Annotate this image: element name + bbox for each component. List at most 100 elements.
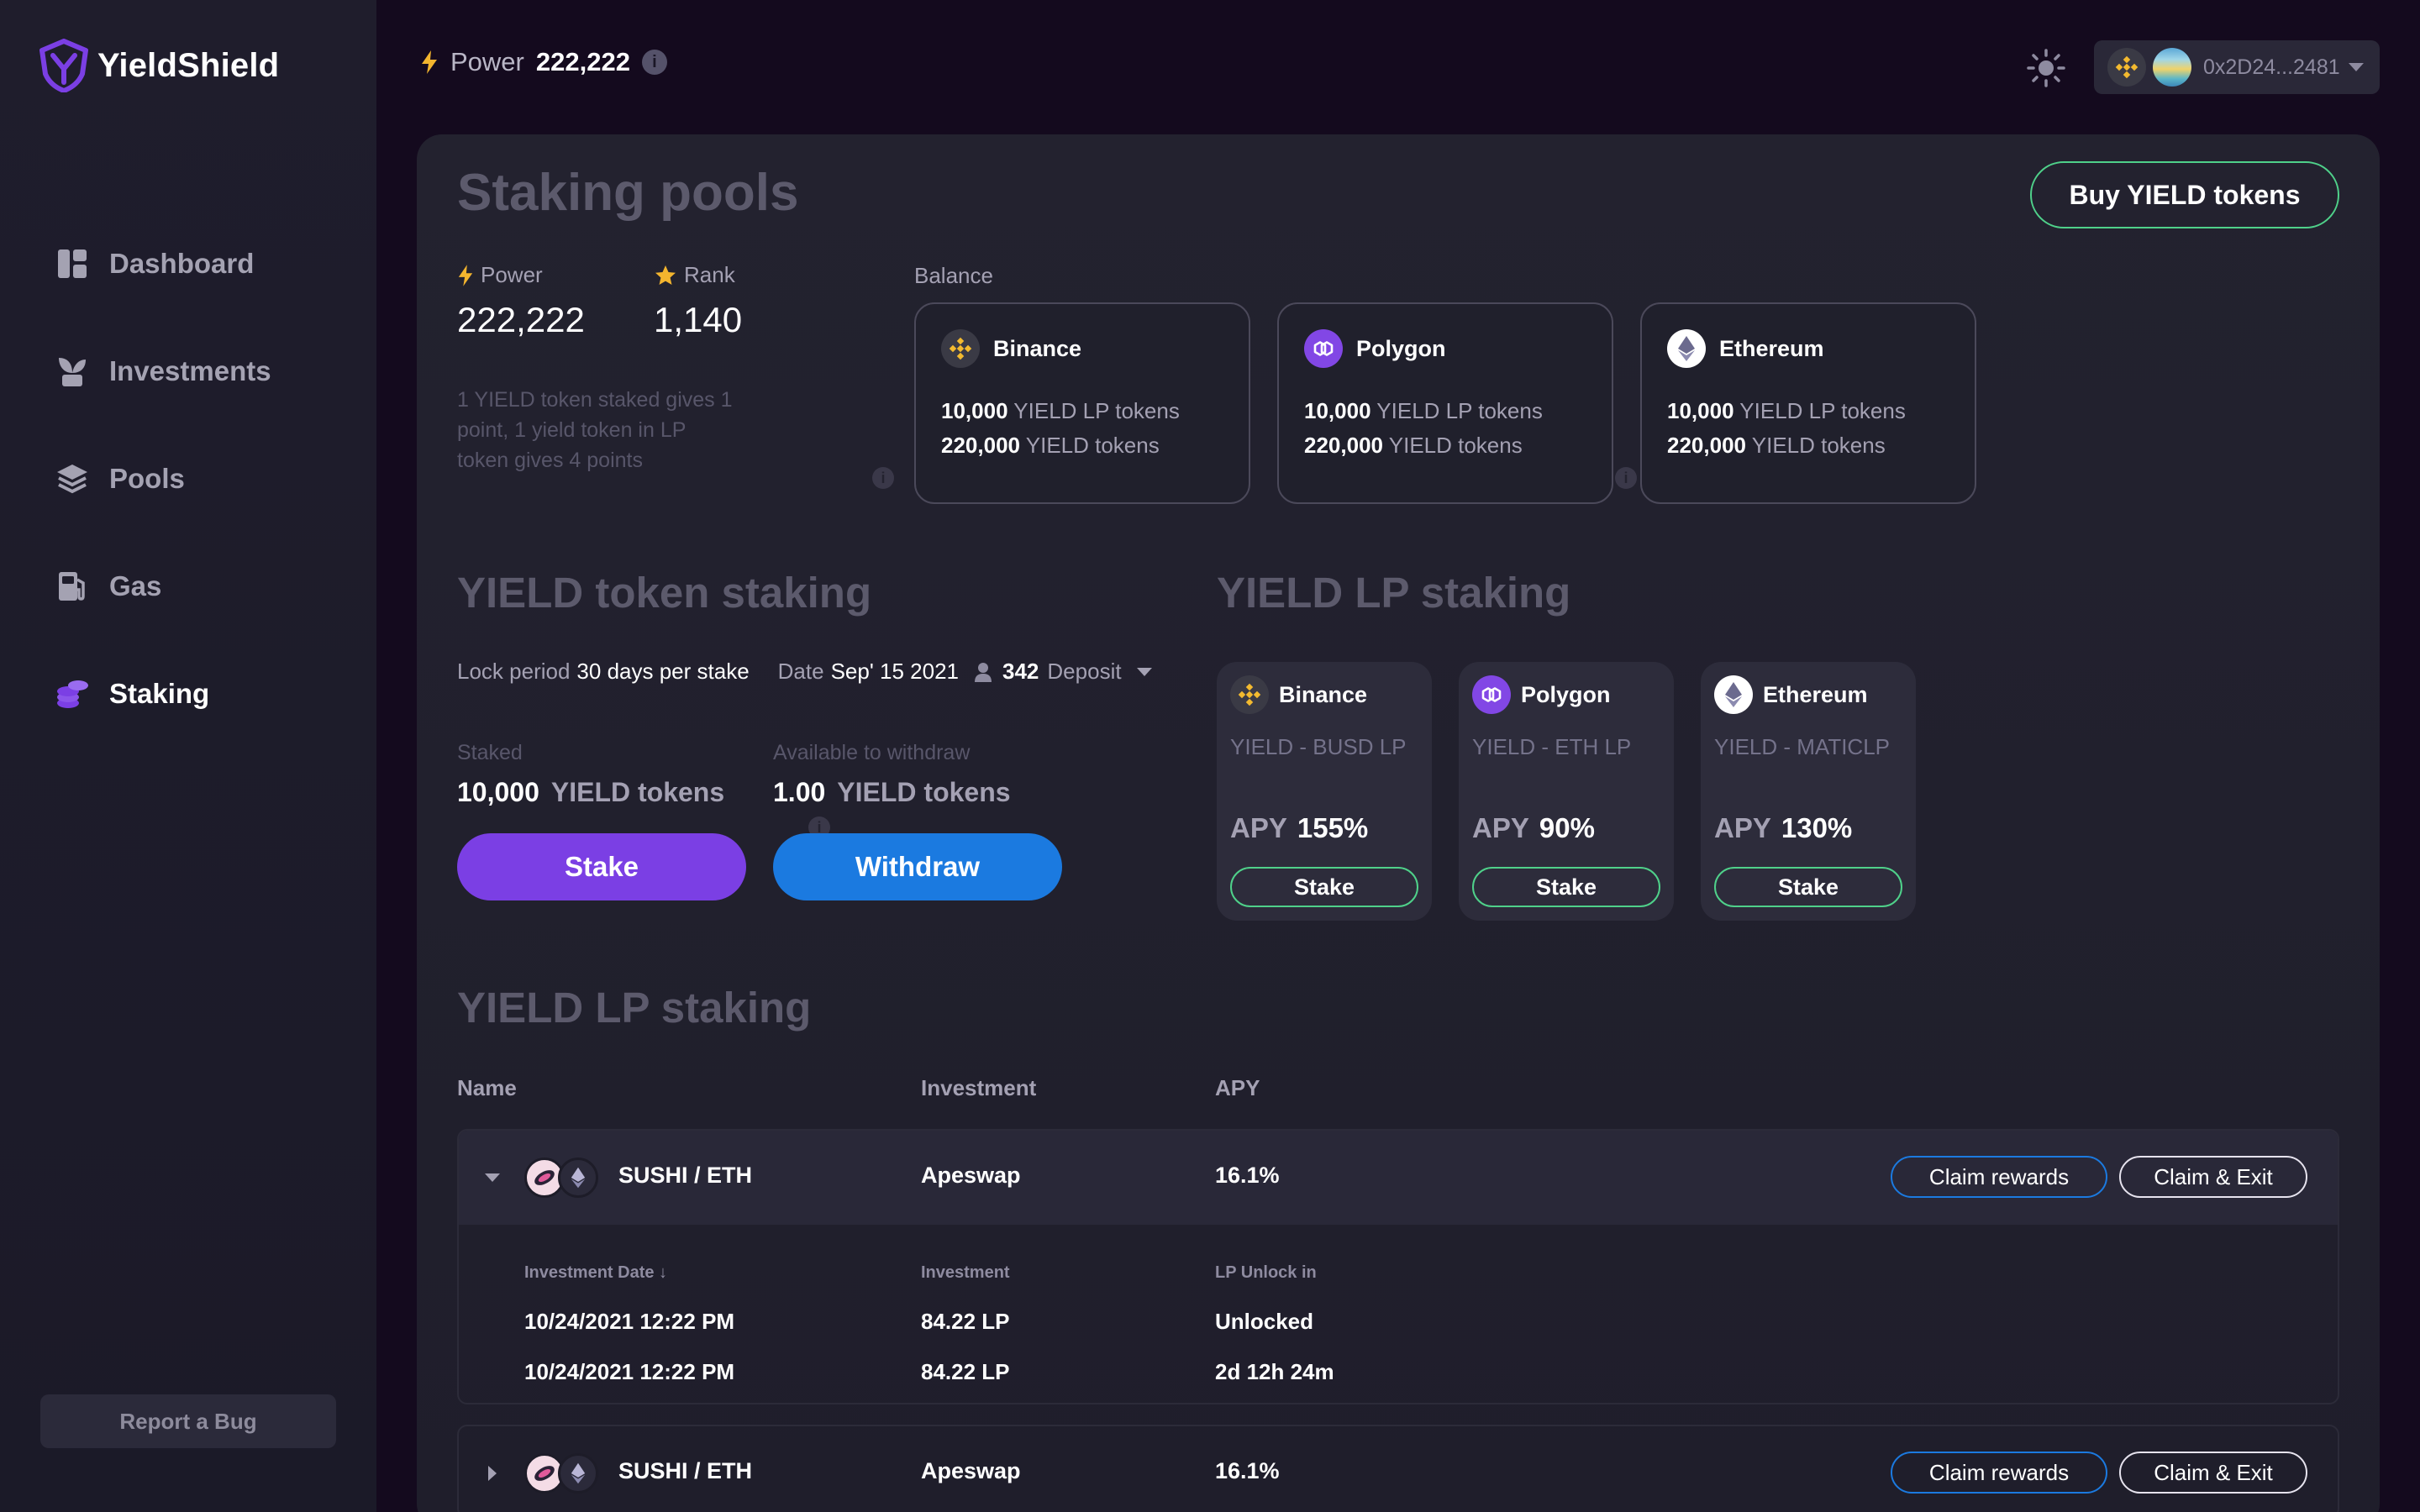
brand-logo[interactable]: YieldShield <box>39 39 279 92</box>
token-staking-title: YIELD token staking <box>457 569 872 617</box>
apy-value: 16.1% <box>1215 1163 1280 1188</box>
sub-header-investment-date[interactable]: Investment Date ↓ <box>524 1263 667 1283</box>
star-icon <box>655 265 676 285</box>
token-unit: YIELD tokens <box>1388 433 1523 458</box>
ethereum-icon <box>558 1158 598 1198</box>
sprout-icon <box>54 353 91 390</box>
shield-logo-icon <box>39 39 88 92</box>
chevron-down-icon[interactable] <box>476 1161 509 1194</box>
lock-info-row: Lock period 30 days per stake Date Sep' … <box>457 659 1154 685</box>
power-value: 222,222 <box>535 47 630 76</box>
polygon-icon <box>1304 329 1343 368</box>
apy-label: APY <box>1472 812 1529 843</box>
claim-exit-button[interactable]: Claim & Exit <box>2119 1452 2307 1494</box>
sub-row-unlock: Unlocked <box>1215 1309 1314 1334</box>
staked-unit: YIELD tokens <box>550 777 725 807</box>
coins-icon <box>54 675 91 712</box>
avatar <box>2153 48 2191 87</box>
table-row-header[interactable]: SUSHI / ETH Apeswap 16.1% Claim rewards … <box>459 1131 2338 1225</box>
pair-name: SUSHI / ETH <box>618 1163 753 1188</box>
balance-card-binance: Binance 10,000 YIELD LP tokens 220,000 Y… <box>914 302 1250 504</box>
lp-card-binance: Binance YIELD - BUSD LP APY 155% Stake <box>1217 662 1432 921</box>
rank-stat: Rank 1,140 <box>654 262 742 340</box>
pair-icons <box>524 1453 598 1494</box>
sun-icon <box>2027 49 2065 87</box>
power-stat-label: Power <box>481 262 543 287</box>
info-icon[interactable]: i <box>641 50 667 75</box>
sub-row-unlock: 2d 12h 24m <box>1215 1359 1334 1384</box>
dashboard-icon <box>54 245 91 282</box>
lp-stake-button[interactable]: Stake <box>1472 867 1660 907</box>
staked-amount: 10,000 <box>457 777 539 807</box>
apy-value: 130% <box>1781 812 1853 843</box>
claim-rewards-button[interactable]: Claim rewards <box>1891 1156 2107 1198</box>
rank-stat-label: Rank <box>684 262 735 287</box>
lock-period-value: 30 days per stake <box>576 659 750 684</box>
info-icon[interactable]: i <box>1615 467 1637 489</box>
report-bug-button[interactable]: Report a Bug <box>40 1394 336 1448</box>
sidebar-item-label: Dashboard <box>109 248 255 279</box>
page-title: Staking pools <box>457 164 799 222</box>
token-amount: 220,000 <box>1304 433 1383 458</box>
lp-unit: YIELD LP tokens <box>1739 398 1906 423</box>
table-row[interactable]: SUSHI / ETH Apeswap 16.1% Claim rewards … <box>457 1425 2339 1512</box>
withdraw-button[interactable]: Withdraw <box>773 833 1062 900</box>
sidebar-item-label: Gas <box>109 570 162 601</box>
gas-pump-icon <box>54 568 91 605</box>
buy-yield-tokens-button[interactable]: Buy YIELD tokens <box>2030 161 2339 228</box>
apy-value: 90% <box>1539 812 1595 843</box>
table-row: SUSHI / ETH Apeswap 16.1% Claim rewards … <box>457 1129 2339 1404</box>
claim-rewards-button[interactable]: Claim rewards <box>1891 1452 2107 1494</box>
lp-amount: 10,000 <box>1667 398 1734 423</box>
polygon-icon <box>1472 675 1511 714</box>
chain-name: Binance <box>1279 681 1368 707</box>
theme-toggle-button[interactable] <box>2025 47 2067 89</box>
sidebar: YieldShield Dashboard Investments Pools … <box>0 0 376 1512</box>
sidebar-item-investments[interactable]: Investments <box>54 318 271 425</box>
lp-unit: YIELD LP tokens <box>1013 398 1180 423</box>
available-block: Available to withdraw 1.00 YIELD tokens <box>773 741 1011 808</box>
token-amount: 220,000 <box>1667 433 1746 458</box>
ethereum-icon <box>558 1453 598 1494</box>
column-header-name[interactable]: Name <box>457 1075 517 1101</box>
lock-period-label: Lock period <box>457 659 571 684</box>
token-unit: YIELD tokens <box>1025 433 1160 458</box>
lp-stake-button[interactable]: Stake <box>1714 867 1902 907</box>
claim-exit-button[interactable]: Claim & Exit <box>2119 1156 2307 1198</box>
sub-header-investment: Investment <box>921 1263 1010 1282</box>
column-header-apy[interactable]: APY <box>1215 1075 1260 1101</box>
user-icon <box>975 662 992 682</box>
sidebar-item-staking[interactable]: Staking <box>54 640 271 748</box>
sidebar-nav: Dashboard Investments Pools Gas Staking <box>54 210 271 748</box>
lp-stake-button[interactable]: Stake <box>1230 867 1418 907</box>
lp-pair: YIELD - BUSD LP <box>1230 734 1407 759</box>
chevron-right-icon[interactable] <box>476 1457 509 1490</box>
lp-unit: YIELD LP tokens <box>1376 398 1543 423</box>
wallet-dropdown[interactable]: 0x2D24...2481 <box>2094 40 2380 94</box>
balance-card-polygon: Polygon 10,000 YIELD LP tokens 220,000 Y… <box>1277 302 1613 504</box>
column-header-investment[interactable]: Investment <box>921 1075 1036 1101</box>
balance-card-ethereum: Ethereum 10,000 YIELD LP tokens 220,000 … <box>1640 302 1976 504</box>
deposit-dropdown[interactable]: Deposit <box>1047 659 1121 685</box>
brand-name: YieldShield <box>97 46 280 84</box>
lp-table-title: YIELD LP staking <box>457 984 812 1032</box>
lp-card-ethereum: Ethereum YIELD - MATICLP APY 130% Stake <box>1701 662 1916 921</box>
power-label: Power <box>450 47 524 76</box>
binance-icon <box>941 329 980 368</box>
rank-stat-value: 1,140 <box>654 300 743 339</box>
lp-staking-title: YIELD LP staking <box>1217 569 1571 617</box>
lp-pair: YIELD - MATICLP <box>1714 734 1891 759</box>
date-value: Sep' 15 2021 <box>830 659 960 684</box>
chevron-down-icon[interactable] <box>1135 666 1154 678</box>
chain-name: Binance <box>993 335 1082 361</box>
info-icon[interactable]: i <box>872 467 894 489</box>
stake-button[interactable]: Stake <box>457 833 746 900</box>
investment-platform: Apeswap <box>921 1458 1021 1483</box>
available-label: Available to withdraw <box>773 741 971 764</box>
sidebar-item-pools[interactable]: Pools <box>54 425 271 533</box>
sub-row-investment: 84.22 LP <box>921 1309 1010 1334</box>
sidebar-item-gas[interactable]: Gas <box>54 533 271 640</box>
sub-row-date: 10/24/2021 12:22 PM <box>524 1309 735 1334</box>
pair-icons <box>524 1158 598 1198</box>
sidebar-item-dashboard[interactable]: Dashboard <box>54 210 271 318</box>
